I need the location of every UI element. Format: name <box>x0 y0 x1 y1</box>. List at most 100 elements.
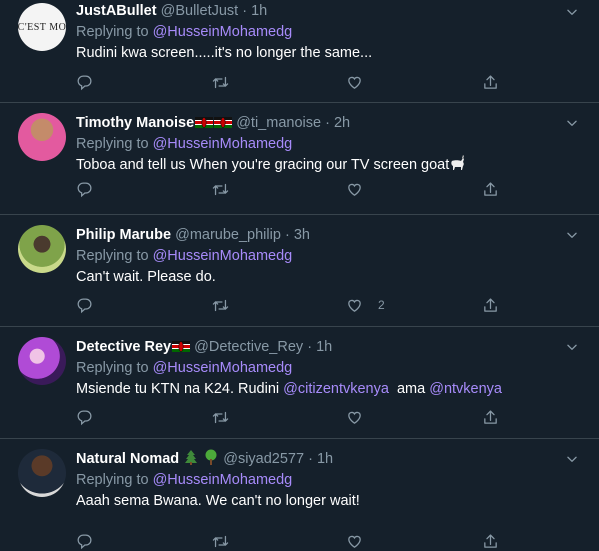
retweet-button[interactable] <box>212 531 229 551</box>
tweet-text: Aaah sema Bwana. We can't no longer wait… <box>76 493 360 509</box>
like-icon <box>346 74 363 91</box>
username[interactable]: @marube_philip <box>175 227 281 243</box>
mention-link[interactable]: @HusseinMohamedg <box>153 472 293 488</box>
chevron-down-icon[interactable] <box>565 116 579 130</box>
tweet[interactable]: Detective Rey @Detective_Rey · 1h Replyi… <box>0 327 599 439</box>
kenya-flag-icon <box>195 117 213 128</box>
share-button[interactable] <box>482 531 499 551</box>
share-icon <box>482 297 499 314</box>
mention-link[interactable]: @HusseinMohamedg <box>153 248 293 264</box>
tweet[interactable]: Philip Marube @marube_philip · 3h Replyi… <box>0 215 599 327</box>
timestamp[interactable]: 3h <box>294 227 310 243</box>
retweet-button[interactable] <box>212 295 229 315</box>
mention-link[interactable]: @HusseinMohamedg <box>153 136 293 152</box>
avatar[interactable] <box>18 337 66 385</box>
share-button[interactable] <box>482 295 499 315</box>
replying-label: Replying to <box>76 360 149 376</box>
reply-button[interactable] <box>76 295 93 315</box>
display-name[interactable]: Philip Marube <box>76 227 171 243</box>
tweet-text: Msiende tu KTN na K24. Rudini @citizentv… <box>76 379 559 399</box>
avatar[interactable] <box>18 449 66 497</box>
replying-label: Replying to <box>76 248 149 264</box>
retweet-icon <box>212 297 229 314</box>
like-button[interactable] <box>346 179 378 199</box>
separator: · <box>325 115 330 131</box>
like-button[interactable] <box>346 531 378 551</box>
avatar-logo-text: C'EST MO <box>18 21 66 33</box>
share-icon <box>482 181 499 198</box>
like-count: 2 <box>378 298 385 312</box>
reply-button[interactable] <box>76 72 93 92</box>
goat-icon <box>449 155 467 171</box>
tweet-header: Timothy Manoise @ti_manoise · 2h <box>76 113 559 133</box>
replying-to: Replying to @HusseinMohamedg <box>76 358 559 378</box>
chevron-down-icon[interactable] <box>565 228 579 242</box>
tweet[interactable]: C'EST MO JustABullet @BulletJust · 1h Re… <box>0 0 599 103</box>
separator: · <box>308 451 313 467</box>
share-button[interactable] <box>482 407 499 427</box>
reply-button[interactable] <box>76 179 93 199</box>
tweet-actions <box>76 179 496 199</box>
avatar[interactable]: C'EST MO <box>18 3 66 51</box>
reply-icon <box>76 297 93 314</box>
tweet[interactable]: Natural Nomad @siyad2577 · 1h Replying t… <box>0 439 599 549</box>
avatar[interactable] <box>18 113 66 161</box>
replying-to: Replying to @HusseinMohamedg <box>76 134 559 154</box>
like-icon <box>346 533 363 550</box>
timestamp[interactable]: 2h <box>334 115 350 131</box>
tweet-actions <box>76 531 496 551</box>
tweet-actions <box>76 72 496 92</box>
mention-link[interactable]: @HusseinMohamedg <box>153 360 293 376</box>
retweet-button[interactable] <box>212 179 229 199</box>
reply-button[interactable] <box>76 531 93 551</box>
retweet-icon <box>212 533 229 550</box>
separator: · <box>307 339 313 355</box>
timestamp[interactable]: 1h <box>316 339 332 355</box>
mention-link[interactable]: @ntvkenya <box>429 381 502 397</box>
reply-icon <box>76 409 93 426</box>
timestamp[interactable]: 1h <box>251 3 267 19</box>
share-button[interactable] <box>482 179 499 199</box>
reply-icon <box>76 181 93 198</box>
like-button[interactable] <box>346 72 378 92</box>
tweet-feed: C'EST MO JustABullet @BulletJust · 1h Re… <box>0 0 599 549</box>
avatar[interactable] <box>18 225 66 273</box>
replying-label: Replying to <box>76 24 149 40</box>
evergreen-tree-icon <box>183 449 199 465</box>
tweet-header: Philip Marube @marube_philip · 3h <box>76 225 559 245</box>
tweet[interactable]: Timothy Manoise @ti_manoise · 2h Replyin… <box>0 103 599 215</box>
tweet-actions <box>76 407 496 427</box>
display-name[interactable]: Natural Nomad <box>76 451 179 467</box>
deciduous-tree-icon <box>203 449 219 465</box>
like-icon <box>346 409 363 426</box>
mention-link[interactable]: @citizentvkenya <box>283 381 389 397</box>
chevron-down-icon[interactable] <box>565 340 579 354</box>
like-button[interactable] <box>346 407 378 427</box>
tweet-text-part: ama <box>388 381 430 397</box>
share-button[interactable] <box>482 72 499 92</box>
tweet-header: Natural Nomad @siyad2577 · 1h <box>76 449 559 469</box>
replying-label: Replying to <box>76 136 149 152</box>
chevron-down-icon[interactable] <box>565 452 579 466</box>
mention-link[interactable]: @HusseinMohamedg <box>153 24 293 40</box>
display-name[interactable]: Detective Rey <box>76 339 171 355</box>
share-icon <box>482 409 499 426</box>
retweet-icon <box>212 74 229 91</box>
username[interactable]: @ti_manoise <box>236 115 321 131</box>
chevron-down-icon[interactable] <box>565 5 579 19</box>
like-icon <box>346 181 363 198</box>
username[interactable]: @BulletJust <box>161 3 239 19</box>
display-name[interactable]: Timothy Manoise <box>76 115 194 131</box>
retweet-button[interactable] <box>212 72 229 92</box>
timestamp[interactable]: 1h <box>317 451 333 467</box>
retweet-icon <box>212 409 229 426</box>
username[interactable]: @siyad2577 <box>223 451 304 467</box>
tweet-text: Toboa and tell us When you're gracing ou… <box>76 155 559 175</box>
like-button[interactable]: 2 <box>346 295 385 315</box>
replying-label: Replying to <box>76 472 149 488</box>
display-name[interactable]: JustABullet <box>76 3 157 19</box>
reply-button[interactable] <box>76 407 93 427</box>
reply-icon <box>76 533 93 550</box>
username[interactable]: @Detective_Rey <box>194 339 303 355</box>
retweet-button[interactable] <box>212 407 229 427</box>
